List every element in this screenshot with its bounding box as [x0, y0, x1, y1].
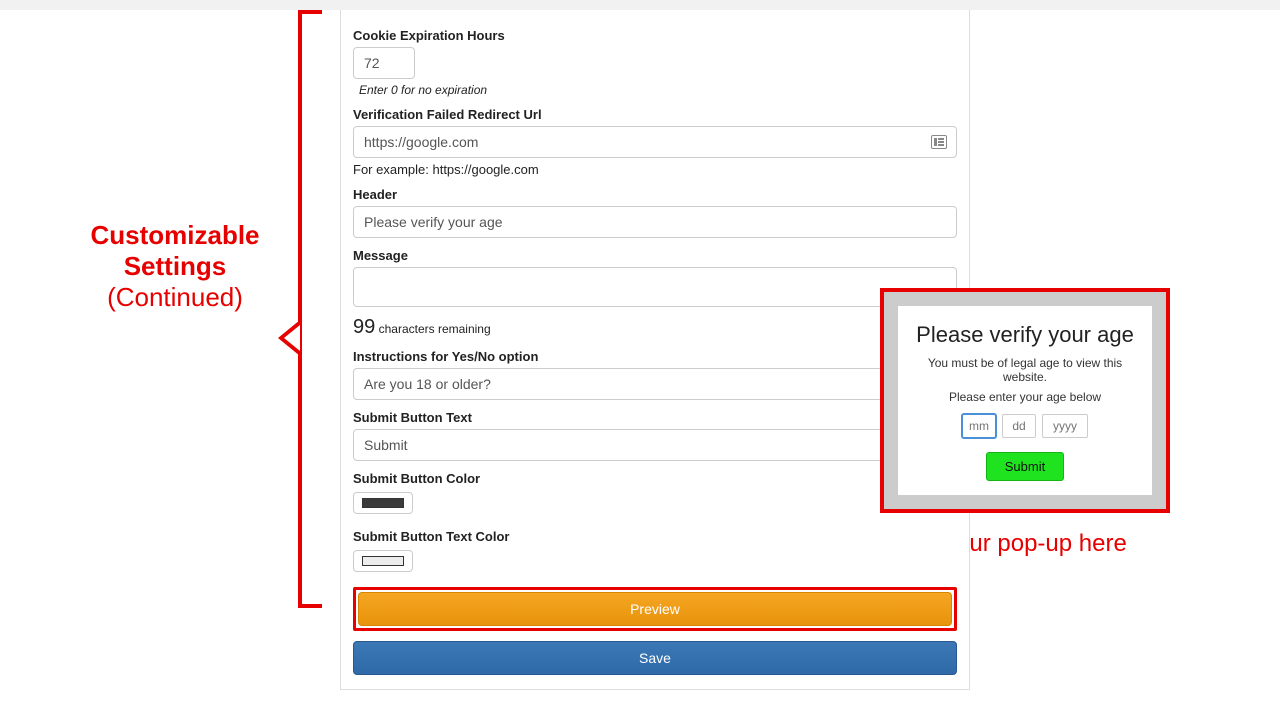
popup-submit-button[interactable]: Submit	[986, 452, 1064, 481]
redirect-url-input[interactable]	[353, 126, 957, 158]
callout-line2: Settings	[60, 251, 290, 282]
redirect-url-label: Verification Failed Redirect Url	[353, 107, 957, 122]
submit-text-color-label: Submit Button Text Color	[353, 529, 957, 544]
header-input[interactable]	[353, 206, 957, 238]
submit-text-label: Submit Button Text	[353, 410, 957, 425]
popup-day-input[interactable]	[1002, 414, 1036, 438]
preview-button-highlight: Preview	[353, 587, 957, 631]
popup-year-input[interactable]	[1042, 414, 1088, 438]
popup-instruction: Please enter your age below	[908, 390, 1142, 404]
cookie-hours-label: Cookie Expiration Hours	[353, 28, 957, 43]
chars-remaining-count: 99	[353, 316, 375, 338]
bracket-line	[298, 10, 302, 608]
callout-line1: Customizable	[60, 220, 290, 251]
message-label: Message	[353, 248, 957, 263]
message-textarea[interactable]	[353, 267, 957, 307]
popup-preview-frame: Please verify your age You must be of le…	[880, 288, 1170, 513]
cookie-hours-help: Enter 0 for no expiration	[359, 83, 957, 97]
popup-card: Please verify your age You must be of le…	[898, 306, 1152, 495]
callout-continued: (Continued)	[60, 282, 290, 313]
submit-color-label: Submit Button Color	[353, 471, 957, 486]
contact-card-icon	[931, 135, 947, 149]
top-gray-bar	[0, 0, 1280, 10]
yesno-label: Instructions for Yes/No option	[353, 349, 957, 364]
chars-remaining: 99 characters remaining	[353, 316, 957, 339]
save-button[interactable]: Save	[353, 641, 957, 675]
redirect-url-help: For example: https://google.com	[353, 162, 957, 177]
customizable-settings-callout: Customizable Settings (Continued)	[60, 220, 290, 314]
submit-text-color-swatch	[362, 556, 404, 566]
header-label: Header	[353, 187, 957, 202]
popup-message: You must be of legal age to view this we…	[908, 356, 1142, 384]
submit-text-input[interactable]	[353, 429, 957, 461]
preview-button[interactable]: Preview	[358, 592, 952, 626]
chars-remaining-text: characters remaining	[379, 322, 491, 336]
settings-panel: Cookie Expiration Hours Enter 0 for no e…	[340, 10, 970, 690]
cookie-hours-input[interactable]	[353, 47, 415, 79]
submit-color-swatch	[362, 498, 404, 508]
popup-month-input[interactable]	[962, 414, 996, 438]
popup-date-inputs	[908, 414, 1142, 438]
popup-title: Please verify your age	[908, 322, 1142, 348]
bracket-arrow-icon	[278, 320, 300, 356]
submit-color-picker[interactable]	[353, 492, 413, 514]
submit-text-color-picker[interactable]	[353, 550, 413, 572]
yesno-input[interactable]	[353, 368, 957, 400]
